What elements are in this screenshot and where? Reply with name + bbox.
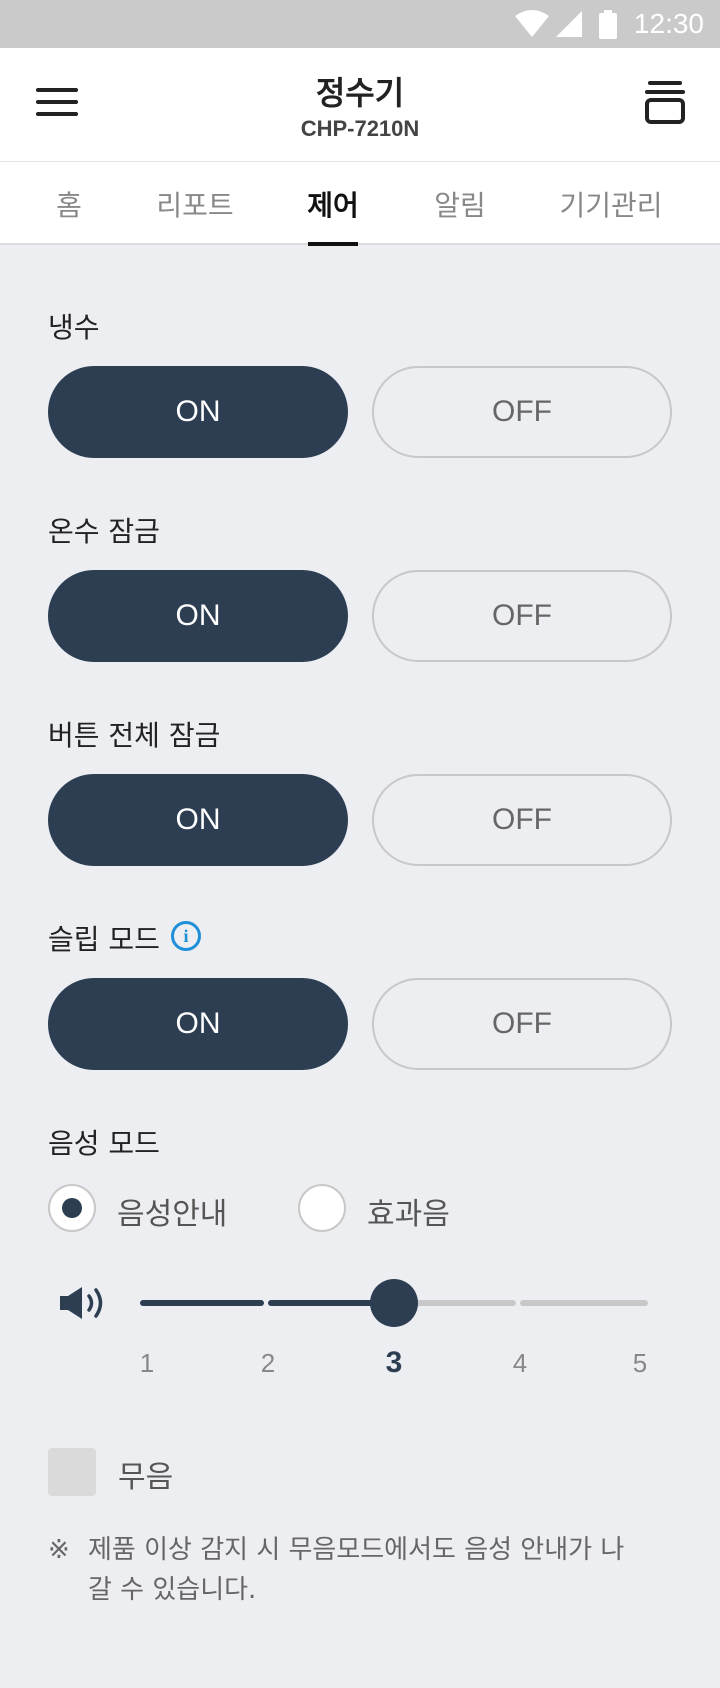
- tab-report[interactable]: 리포트: [156, 184, 233, 224]
- notice-mark: ※: [48, 1535, 70, 1565]
- volume-slider-thumb[interactable]: [370, 1279, 418, 1327]
- cold-water-off-button[interactable]: OFF: [372, 366, 672, 458]
- volume-level-label[interactable]: 5: [633, 1348, 647, 1379]
- speaker-icon: [60, 1287, 103, 1319]
- hot-water-lock-on-button[interactable]: ON: [48, 570, 348, 662]
- tab-control[interactable]: 제어: [307, 184, 359, 224]
- notice-text: ※ 제품 이상 감지 시 무음모드에서도 음성 안내가 나갈 수 있습니다.: [48, 1530, 648, 1610]
- battery-icon: [599, 10, 617, 39]
- notice-body: 제품 이상 감지 시 무음모드에서도 음성 안내가 나갈 수 있습니다.: [88, 1535, 625, 1605]
- cold-water-on-button[interactable]: ON: [48, 366, 348, 458]
- volume-level-label[interactable]: 2: [261, 1348, 275, 1379]
- tab-alerts[interactable]: 알림: [434, 184, 486, 224]
- tab-home[interactable]: 홈: [56, 184, 82, 224]
- voice-guide-label[interactable]: 음성안내: [117, 1189, 227, 1233]
- volume-level-label[interactable]: 3: [386, 1346, 403, 1380]
- volume-track-segment[interactable]: [140, 1300, 264, 1306]
- cold-water-label: 냉수: [48, 311, 100, 344]
- hot-water-lock-off-button[interactable]: OFF: [372, 570, 672, 662]
- volume-level-label[interactable]: 1: [140, 1348, 154, 1379]
- mute-label[interactable]: 무음: [118, 1452, 173, 1496]
- tab-device-management[interactable]: 기기관리: [559, 184, 662, 224]
- sleep-mode-label: 슬립 모드: [48, 923, 160, 956]
- status-bar: 12:30: [0, 0, 720, 48]
- page-title: 정수기: [315, 74, 405, 112]
- sound-effect-label[interactable]: 효과음: [367, 1189, 450, 1233]
- app-bar: 정수기 CHP-7210N: [0, 48, 720, 161]
- sleep-mode-on-button[interactable]: ON: [48, 978, 348, 1070]
- voice-mode-label: 음성 모드: [48, 1127, 160, 1160]
- hot-water-lock-label: 온수 잠금: [48, 515, 160, 548]
- button-lock-label: 버튼 전체 잠금: [48, 719, 221, 752]
- tab-bar: 홈 리포트 제어 알림 기기관리: [0, 161, 720, 246]
- button-lock-on-button[interactable]: ON: [48, 774, 348, 866]
- sound-effect-radio[interactable]: [298, 1184, 346, 1232]
- voice-guide-radio[interactable]: [48, 1184, 96, 1232]
- volume-track-segment[interactable]: [520, 1300, 648, 1306]
- sleep-mode-off-button[interactable]: OFF: [372, 978, 672, 1070]
- info-icon[interactable]: i: [171, 921, 201, 951]
- active-tab-indicator: [308, 242, 358, 246]
- device-stack-icon[interactable]: [644, 80, 686, 124]
- volume-level-label[interactable]: 4: [513, 1348, 527, 1379]
- status-time: 12:30: [633, 8, 704, 39]
- wifi-icon: [515, 10, 549, 37]
- mute-checkbox[interactable]: [48, 1448, 96, 1496]
- signal-icon: [556, 11, 582, 37]
- button-lock-off-button[interactable]: OFF: [372, 774, 672, 866]
- device-model: CHP-7210N: [300, 116, 420, 141]
